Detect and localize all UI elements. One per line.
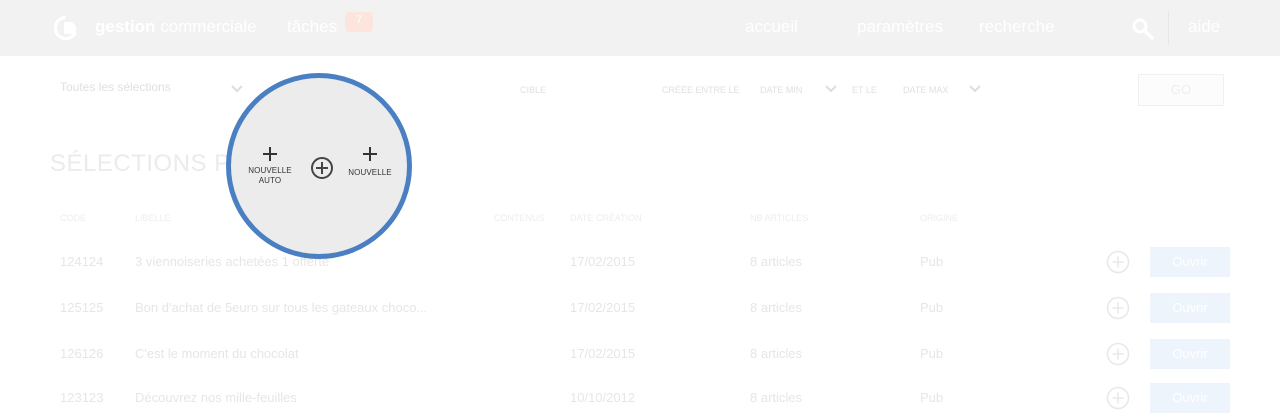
row-label: Bon d'achat de 5euro sur tous les gateau…: [135, 300, 428, 315]
add-circle-icon[interactable]: [1106, 386, 1130, 410]
column-header-label: LIBELLÉ: [135, 213, 171, 223]
open-button[interactable]: Ouvrir: [1150, 339, 1230, 369]
row-count: 8 articles: [750, 254, 803, 269]
row-date: 10/10/2012: [570, 390, 636, 405]
column-header-contents: CONTENUS: [494, 213, 545, 223]
selection-filter-dropdown[interactable]: Toutes les sélections: [60, 80, 171, 94]
chevron-down-icon[interactable]: [230, 84, 244, 94]
plus-icon: [263, 147, 277, 161]
row-code: 124124: [60, 254, 104, 269]
table-row: 126126 C'est le moment du chocolat 17/02…: [0, 339, 1280, 385]
open-button[interactable]: Ouvrir: [1150, 383, 1230, 413]
row-label: C'est le moment du chocolat: [135, 346, 299, 361]
row-code: 125125: [60, 300, 104, 315]
row-origin: Pub: [920, 346, 944, 361]
row-code: 126126: [60, 346, 104, 361]
table-row: 125125 Bon d'achat de 5euro sur tous les…: [0, 293, 1280, 339]
plus-icon: [363, 147, 377, 161]
nav-settings[interactable]: paramètres: [857, 17, 943, 37]
table-row: 123123 Découvrez nos mille-feuilles 10/1…: [0, 383, 1280, 420]
row-date: 17/02/2015: [570, 346, 636, 361]
row-origin: Pub: [920, 254, 944, 269]
new-auto-button[interactable]: NOUVELLE AUTO: [244, 145, 296, 186]
open-button[interactable]: Ouvrir: [1150, 247, 1230, 277]
chevron-down-icon[interactable]: [824, 84, 838, 94]
column-header-date: DATE CRÉATION: [570, 213, 642, 223]
nav-help[interactable]: aide: [1188, 17, 1220, 37]
and-label: ET LE: [852, 85, 877, 95]
column-header-code: CODE: [60, 213, 87, 223]
nav-search[interactable]: recherche: [979, 17, 1055, 37]
cible-filter-label[interactable]: CIBLE: [520, 85, 546, 95]
date-max-field[interactable]: DATE MAX: [903, 85, 948, 95]
created-between-label: CRÉÉE ENTRE LE: [662, 85, 740, 95]
row-date: 17/02/2015: [570, 254, 636, 269]
row-origin: Pub: [920, 390, 944, 405]
add-circle-icon[interactable]: [1106, 296, 1130, 320]
row-label: Découvrez nos mille-feuilles: [135, 390, 297, 405]
nav-home[interactable]: accueil: [745, 17, 798, 37]
add-circle-icon[interactable]: [1106, 342, 1130, 366]
add-circle-icon[interactable]: [310, 156, 334, 180]
chevron-down-icon[interactable]: [968, 84, 982, 94]
zoom-lens: NOUVELLE AUTO NOUVELLE: [226, 73, 412, 259]
tasks-count-badge: 7: [345, 12, 373, 32]
new-auto-label: NOUVELLE AUTO: [248, 166, 292, 185]
row-count: 8 articles: [750, 300, 803, 315]
open-button[interactable]: Ouvrir: [1150, 293, 1230, 323]
new-label: NOUVELLE: [348, 168, 392, 177]
go-button[interactable]: GO: [1138, 74, 1224, 106]
search-icon[interactable]: [1130, 16, 1156, 42]
column-header-origin: ORIGINE: [920, 213, 959, 223]
row-count: 8 articles: [750, 346, 803, 361]
row-code: 123123: [60, 390, 104, 405]
row-count: 8 articles: [750, 390, 803, 405]
column-header-count: NB ARTICLES: [750, 213, 809, 223]
row-origin: Pub: [920, 300, 944, 315]
add-circle-icon[interactable]: [1106, 250, 1130, 274]
table-row: 124124 3 viennoiseries achetées 1 offert…: [0, 247, 1280, 293]
nav-divider: [1168, 12, 1169, 44]
nav-tasks[interactable]: tâches: [287, 17, 337, 37]
app-title: gestion commerciale: [95, 17, 257, 36]
date-min-field[interactable]: DATE MIN: [760, 85, 802, 95]
top-navigation-bar: gestion commerciale tâches 7 accueil par…: [0, 0, 1280, 56]
app-logo-icon[interactable]: [50, 12, 82, 44]
row-date: 17/02/2015: [570, 300, 636, 315]
new-button[interactable]: NOUVELLE: [344, 145, 396, 178]
